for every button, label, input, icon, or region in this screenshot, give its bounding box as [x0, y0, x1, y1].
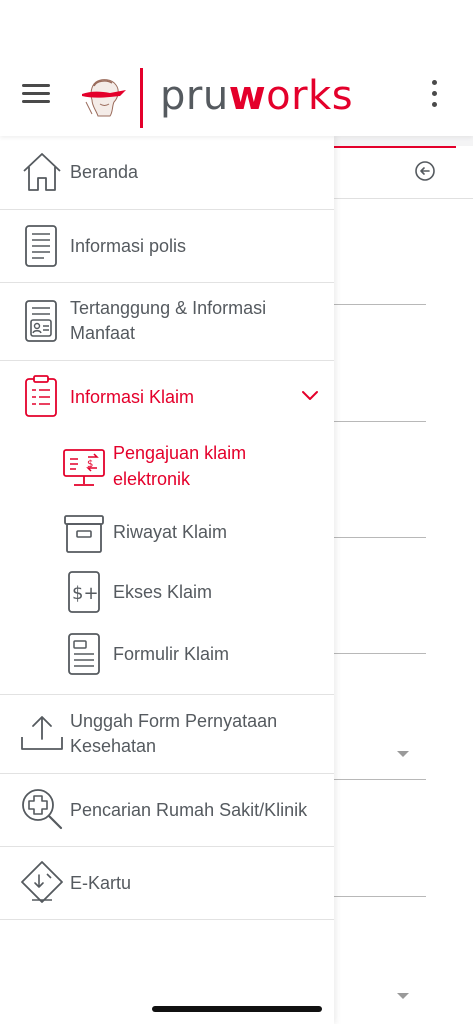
document-icon	[25, 225, 57, 267]
drawer-item-label: Informasi Klaim	[70, 387, 195, 407]
submenu-item-formulir-klaim[interactable]: Formulir Klaim	[0, 630, 334, 676]
submenu-item-label: Ekses Klaim	[113, 582, 213, 602]
drawer-item-tertanggung[interactable]: Tertanggung & Informasi Manfaat	[0, 283, 334, 360]
drawer-item-label-line1: Tertanggung & Informasi	[70, 298, 267, 318]
drawer-item-label-line2: Manfaat	[70, 323, 136, 343]
background-field-line	[334, 421, 426, 422]
navigation-drawer: Beranda Informasi polis Tertanggung & In…	[0, 136, 334, 1024]
submenu-item-label: Riwayat Klaim	[113, 522, 228, 542]
hospital-search-icon	[22, 789, 63, 830]
drawer-item-unggah-form[interactable]: Unggah Form Pernyataan Kesehatan	[0, 695, 334, 773]
drawer-item-label-line1: Unggah Form Pernyataan	[70, 711, 278, 731]
kebab-icon[interactable]	[428, 80, 440, 112]
drawer-item-informasi-klaim[interactable]: Informasi Klaim	[0, 361, 334, 431]
submenu-item-label: Formulir Klaim	[113, 644, 230, 664]
hamburger-icon[interactable]	[22, 84, 50, 108]
drawer-item-e-kartu[interactable]: E-Kartu	[0, 847, 334, 919]
clipboard-icon	[25, 375, 57, 417]
chevron-down-icon[interactable]	[301, 390, 319, 402]
drawer-item-label: Pencarian Rumah Sakit/Klinik	[70, 800, 308, 820]
drawer-item-beranda[interactable]: Beranda	[0, 136, 334, 209]
home-indicator	[152, 1006, 322, 1012]
submenu-item-pengajuan-klaim[interactable]: $ Pengajuan klaim elektronik	[0, 436, 334, 498]
upload-icon	[21, 716, 63, 750]
background-page	[334, 146, 473, 1024]
prudential-logo-icon	[82, 79, 126, 117]
background-tab-indicator	[334, 146, 456, 148]
submenu-item-label-line2: elektronik	[113, 469, 191, 489]
e-card-icon	[21, 861, 63, 903]
background-field-line	[334, 896, 426, 897]
archive-box-icon	[64, 515, 104, 553]
submenu-item-label-line1: Pengajuan klaim	[113, 443, 247, 463]
pruworks-logo: pruworks	[160, 70, 353, 122]
drawer-item-label-line2: Kesehatan	[70, 736, 157, 756]
home-icon	[23, 153, 61, 191]
background-field-line	[334, 304, 426, 305]
form-icon	[68, 633, 100, 675]
background-field-line	[334, 537, 426, 538]
background-separator	[334, 198, 473, 199]
app-header: pruworks	[0, 0, 473, 136]
drawer-item-label: E-Kartu	[70, 873, 132, 893]
drawer-item-label: Beranda	[70, 162, 139, 182]
background-dropdown-caret-icon	[397, 993, 409, 999]
back-arrow-icon[interactable]	[414, 160, 436, 182]
background-field-line	[334, 653, 426, 654]
logo-w-text: w	[228, 73, 267, 119]
divider	[0, 919, 334, 920]
id-card-icon	[25, 300, 57, 342]
background-field-line	[334, 779, 426, 780]
logo-pru-text: pru	[160, 73, 229, 119]
svg-text:$: $	[87, 459, 93, 470]
monitor-dollar-icon: $	[63, 449, 105, 486]
drawer-item-label: Informasi polis	[70, 236, 187, 256]
submenu-item-ekses-klaim[interactable]: $+ Ekses Klaim	[0, 568, 334, 614]
logo-divider	[140, 68, 143, 128]
submenu-item-riwayat-klaim[interactable]: Riwayat Klaim	[0, 508, 334, 554]
drawer-item-informasi-polis[interactable]: Informasi polis	[0, 210, 334, 282]
drawer-item-pencarian-rs[interactable]: Pencarian Rumah Sakit/Klinik	[0, 774, 334, 846]
background-dropdown-caret-icon	[397, 751, 409, 757]
dollar-plus-icon: $+	[68, 571, 100, 613]
logo-orks-text: orks	[266, 73, 354, 119]
svg-text:$+: $+	[72, 583, 99, 604]
